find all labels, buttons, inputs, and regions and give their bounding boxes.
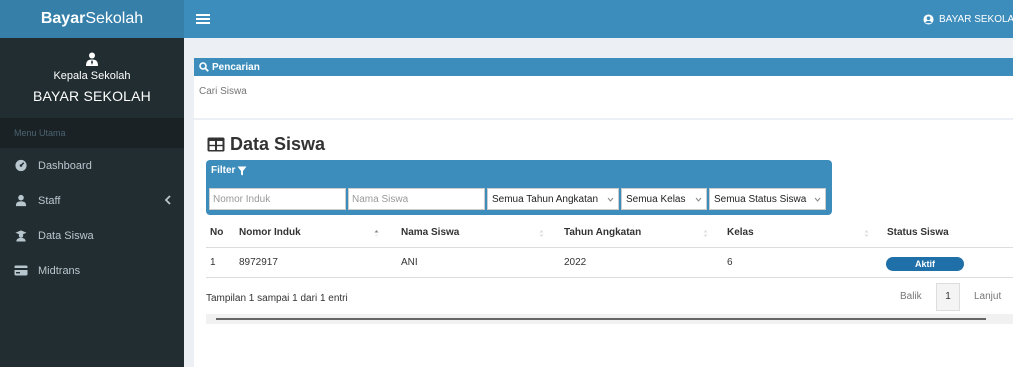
student-icon — [15, 230, 27, 242]
sort-asc-icon[interactable] — [374, 229, 379, 238]
sidebar-item-data-siswa[interactable]: Data Siswa — [0, 218, 184, 253]
dashboard-icon — [15, 159, 27, 172]
sort-icon[interactable] — [539, 229, 544, 238]
user-role: Kepala Sekolah — [53, 70, 131, 82]
table-info: Tampilan 1 sampai 1 dari 1 entri — [206, 293, 348, 304]
chevron-down-icon — [607, 197, 614, 202]
pagination-page-1[interactable]: 1 — [936, 283, 960, 311]
page-title-text: Data Siswa — [230, 134, 326, 154]
filter-panel: Filter Semua Tahun Angkatan Semua Kelas … — [206, 160, 832, 215]
header-kelas[interactable]: Kelas — [727, 218, 754, 248]
data-table: No Nomor Induk Nama Siswa Tahun Angkatan… — [206, 218, 1013, 278]
user-icon — [15, 194, 27, 207]
sidebar-item-label: Dashboard — [38, 159, 92, 172]
top-user-name: BAYAR SEKOLAH — [939, 13, 1013, 25]
horizontal-scrollbar[interactable] — [206, 314, 1013, 324]
chevron-down-icon — [814, 197, 821, 202]
sidebar-item-label: Data Siswa — [38, 229, 94, 242]
sidebar-item-dashboard[interactable]: Dashboard — [0, 148, 184, 183]
menu-toggle-icon[interactable] — [196, 14, 210, 24]
table-icon — [207, 137, 225, 152]
header-nama-siswa[interactable]: Nama Siswa — [401, 218, 459, 248]
brand-logo[interactable]: Bayar Sekolah — [0, 0, 184, 38]
sort-icon[interactable] — [864, 229, 869, 238]
cell-no: 1 — [210, 257, 216, 268]
header-tahun-angkatan[interactable]: Tahun Angkatan — [564, 218, 641, 248]
brand-rest: Sekolah — [85, 10, 144, 27]
nomor-induk-input[interactable] — [209, 188, 346, 210]
status-siswa-select[interactable]: Semua Status Siswa — [709, 188, 826, 210]
cell-kelas: 6 — [727, 257, 733, 268]
table-header: No Nomor Induk Nama Siswa Tahun Angkatan… — [206, 218, 1013, 248]
sidebar-item-midtrans[interactable]: Midtrans — [0, 253, 184, 288]
pagination-prev[interactable]: Balik — [900, 283, 922, 311]
chevron-down-icon — [695, 197, 702, 202]
user-tie-icon — [86, 52, 98, 66]
cell-nomor-induk: 8972917 — [239, 257, 278, 268]
kelas-select[interactable]: Semua Kelas — [621, 188, 707, 210]
brand-bold: Bayar — [40, 10, 86, 27]
search-input[interactable] — [199, 82, 799, 100]
filter-icon — [237, 166, 247, 175]
search-panel: Pencarian — [194, 58, 1013, 118]
header-no[interactable]: No — [210, 218, 223, 248]
chevron-left-icon[interactable] — [164, 194, 172, 206]
filter-label: Filter — [211, 165, 247, 176]
nama-siswa-input[interactable] — [348, 188, 485, 210]
page-title: Data Siswa — [207, 134, 325, 155]
credit-card-icon — [14, 265, 28, 276]
sidebar-item-label: Midtrans — [38, 264, 81, 277]
tahun-angkatan-select[interactable]: Semua Tahun Angkatan — [487, 188, 619, 210]
user-panel: Kepala Sekolah BAYAR SEKOLAH — [0, 38, 184, 118]
table-row[interactable]: 1 8972917 ANI 2022 6 Aktif — [206, 248, 1013, 278]
search-header: Pencarian — [194, 58, 1013, 76]
data-siswa-panel: Data Siswa Filter Semua Tahun Angkatan S… — [194, 120, 1013, 367]
pagination-next[interactable]: Lanjut — [974, 283, 1001, 311]
user-circle-icon — [923, 13, 934, 25]
status-badge: Aktif — [886, 257, 964, 271]
sort-icon[interactable] — [703, 229, 708, 238]
sidebar-item-staff[interactable]: Staff — [0, 183, 184, 218]
search-icon — [199, 62, 209, 72]
header-nomor-induk[interactable]: Nomor Induk — [239, 218, 301, 248]
scrollbar-thumb[interactable] — [216, 318, 986, 320]
sidebar: Bayar Sekolah Kepala Sekolah BAYAR SEKOLA… — [0, 0, 184, 367]
search-title: Pencarian — [212, 61, 260, 73]
cell-nama-siswa: ANI — [401, 257, 418, 268]
main-content: Pencarian Data Siswa Filter — [184, 38, 1013, 367]
sidebar-item-label: Staff — [38, 194, 61, 207]
cell-tahun-angkatan: 2022 — [564, 257, 587, 268]
top-navbar: BAYAR SEKOLAH — [184, 0, 1013, 38]
header-status-siswa[interactable]: Status Siswa — [887, 218, 949, 248]
user-name: BAYAR SEKOLAH — [32, 88, 151, 104]
top-user-menu[interactable]: BAYAR SEKOLAH — [923, 0, 1013, 38]
menu-header: Menu Utama — [0, 118, 184, 148]
